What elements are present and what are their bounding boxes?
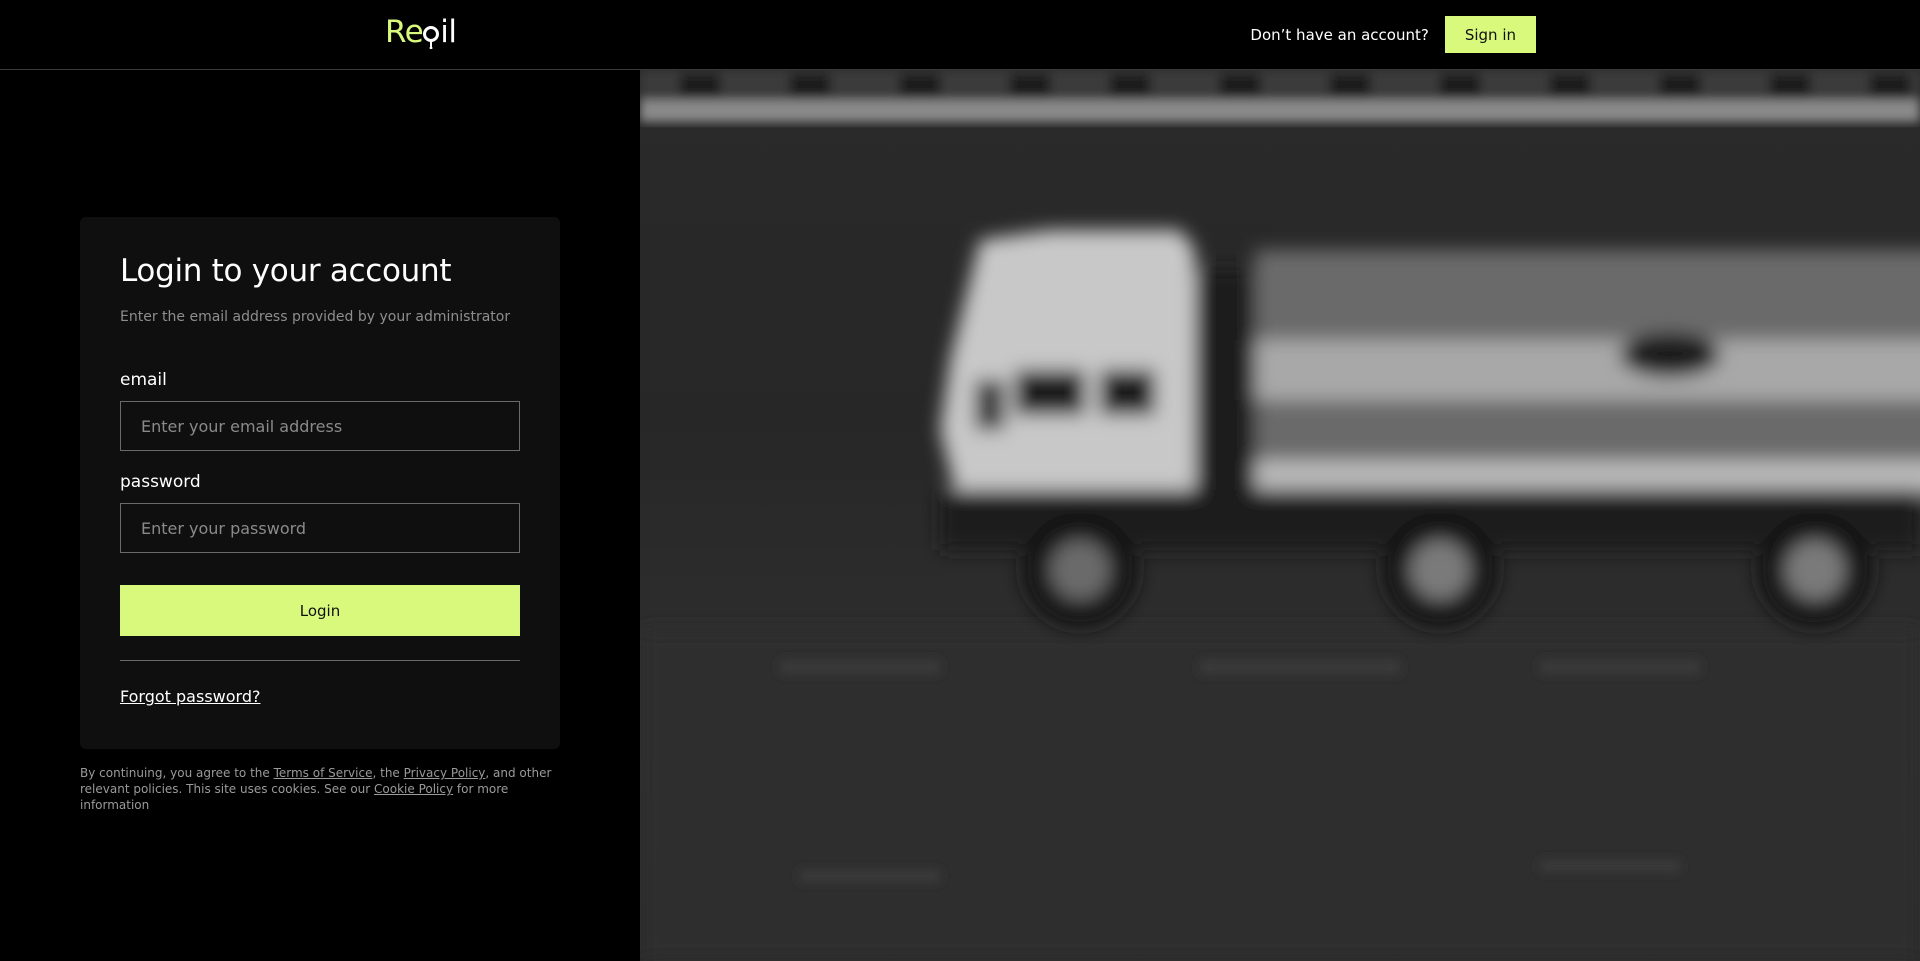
terms-of-service-link[interactable]: Terms of Service	[274, 766, 373, 780]
legal-prefix: By continuing, you agree to the	[80, 766, 274, 780]
rail-stripe	[640, 70, 1920, 122]
brand-logo[interactable]: Re il	[385, 12, 457, 52]
logo-text-re: Re	[385, 14, 424, 50]
privacy-policy-link[interactable]: Privacy Policy	[404, 766, 486, 780]
password-label: password	[120, 472, 201, 492]
header-actions: Don’t have an account? Sign in	[1250, 16, 1536, 53]
no-account-text: Don’t have an account?	[1250, 25, 1429, 44]
login-button[interactable]: Login	[120, 585, 520, 636]
password-field[interactable]	[120, 503, 520, 553]
divider	[120, 660, 520, 661]
oil-drop-icon	[423, 26, 440, 49]
login-card: Login to your account Enter the email ad…	[80, 217, 560, 749]
logo-text-oil: il	[423, 12, 457, 52]
page-subtitle: Enter the email address provided by your…	[120, 309, 511, 325]
sign-in-button[interactable]: Sign in	[1444, 16, 1536, 53]
forgot-password-link[interactable]: Forgot password?	[120, 687, 260, 706]
blurred-truck-illustration	[640, 70, 1920, 961]
page-title: Login to your account	[120, 253, 452, 289]
logo-text-il: il	[440, 14, 457, 50]
legal-notice: By continuing, you agree to the Terms of…	[80, 765, 560, 813]
login-panel: Login to your account Enter the email ad…	[0, 70, 640, 961]
email-label: email	[120, 370, 167, 390]
legal-mid-1: , the	[372, 766, 404, 780]
email-field[interactable]	[120, 401, 520, 451]
top-header: Re il Don’t have an account? Sign in	[0, 0, 1920, 70]
hero-image-truck	[640, 70, 1920, 961]
cookie-policy-link[interactable]: Cookie Policy	[374, 782, 453, 796]
truck-shape	[940, 230, 1920, 628]
